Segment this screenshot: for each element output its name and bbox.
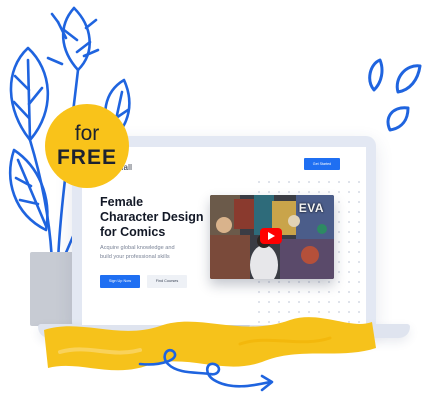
badge-line-1: for xyxy=(74,122,100,145)
illustration-stage: uMall Get Started Female Character Desig… xyxy=(0,0,434,403)
for-free-badge: for FREE xyxy=(45,104,129,188)
badge-line-2: FREE xyxy=(56,146,117,169)
loop-arrow-decoration xyxy=(138,348,274,392)
